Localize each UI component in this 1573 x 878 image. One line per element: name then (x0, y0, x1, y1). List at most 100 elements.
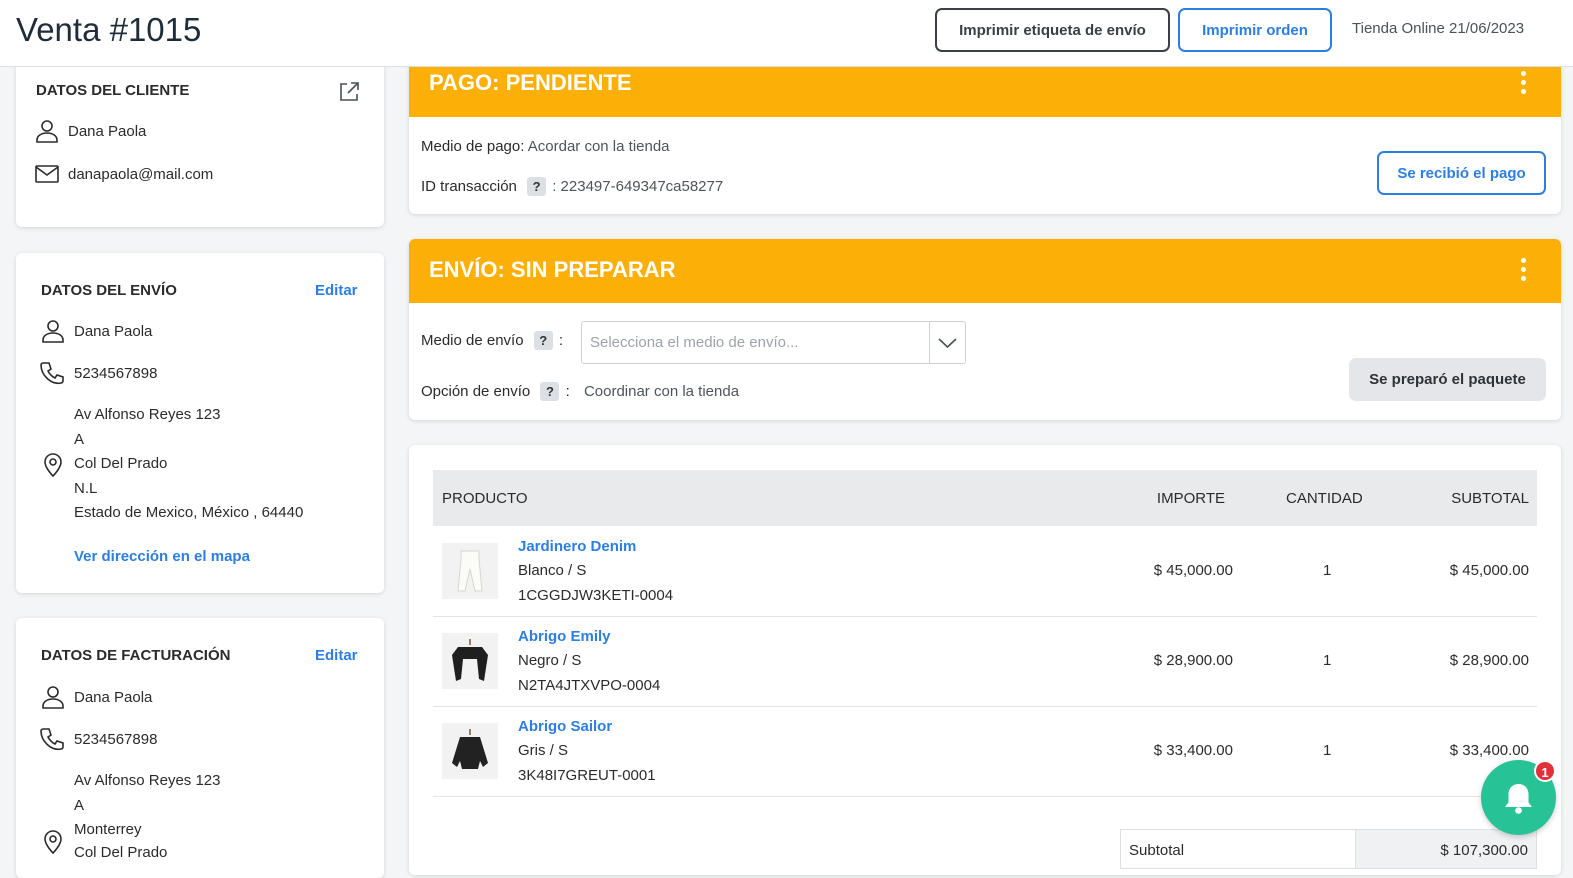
product-variant: Negro / S (518, 652, 582, 669)
shipping-phone: 5234567898 (74, 365, 158, 382)
transaction-label: ID transacción (421, 178, 517, 195)
product-thumbnail (442, 723, 498, 779)
products-card: PRODUCTO IMPORTE CANTIDAD SUBTOTAL Jardi… (409, 445, 1561, 875)
more-options-icon[interactable] (1521, 258, 1527, 284)
user-icon (34, 118, 60, 144)
header-amount: IMPORTE (1156, 490, 1225, 507)
payment-method-value: Acordar con la tienda (527, 138, 670, 155)
shipping-address-line: Av Alfonso Reyes 123 (74, 406, 221, 423)
customer-card-title: DATOS DEL CLIENTE (36, 82, 190, 99)
chevron-down-icon[interactable] (929, 322, 965, 363)
table-row: Abrigo Sailor Gris / S 3K48I7GREUT-0001 … (433, 706, 1537, 797)
phone-icon (40, 360, 66, 386)
print-order-button[interactable]: Imprimir orden (1178, 8, 1332, 52)
billing-data-title: DATOS DE FACTURACIÓN (41, 647, 231, 664)
payment-method: Medio de pago: Acordar con la tienda (421, 138, 670, 155)
payment-method-label: Medio de pago: (421, 138, 525, 155)
billing-address-line: A (74, 797, 85, 814)
shipping-address-line: N.L (74, 480, 98, 497)
header-quantity: CANTIDAD (1286, 490, 1363, 507)
product-amount: $ 28,900.00 (1153, 652, 1233, 669)
product-sku: 3K48I7GREUT-0001 (518, 767, 656, 784)
shipping-status-card: ENVÍO: SIN PREPARAR Medio de envío ? : S… (409, 239, 1561, 420)
package-prepared-button[interactable]: Se preparó el paquete (1349, 358, 1546, 401)
user-icon (40, 684, 66, 710)
shipping-option-label: Opción de envío (421, 383, 531, 400)
view-map-link[interactable]: Ver dirección en el mapa (74, 548, 250, 565)
billing-address-line: Col Del Prado (74, 844, 168, 861)
product-amount: $ 33,400.00 (1153, 742, 1233, 759)
help-icon[interactable]: ? (540, 382, 560, 401)
shipping-option: Opción de envío ? : Coordinar con la tie… (421, 382, 739, 401)
product-sku: 1CGGDJW3KETI-0004 (518, 587, 674, 604)
notification-count-badge: 1 (1534, 760, 1556, 782)
colon: : (558, 332, 564, 349)
customer-name: Dana Paola (68, 123, 147, 140)
location-pin-icon (40, 828, 66, 854)
billing-address-line: Av Alfonso Reyes 123 (74, 772, 221, 789)
print-shipping-label-button[interactable]: Imprimir etiqueta de envío (935, 8, 1170, 52)
customer-email: danapaola@mail.com (68, 166, 214, 183)
transaction-id: ID transacción ? : 223497-649347ca58277 (421, 177, 723, 196)
shipping-method-select[interactable]: Selecciona el medio de envío... (581, 321, 966, 364)
location-pin-icon (40, 451, 66, 477)
product-name-link[interactable]: Abrigo Sailor (518, 718, 612, 735)
colon: : (565, 383, 570, 400)
product-variant: Blanco / S (518, 562, 587, 579)
billing-data-card: DATOS DE FACTURACIÓN Editar Dana Paola 5… (16, 618, 384, 878)
shipping-data-card: DATOS DEL ENVÍO Editar Dana Paola 523456… (16, 253, 384, 593)
subtotal-value: $ 107,300.00 (1440, 842, 1528, 859)
user-icon (40, 318, 66, 344)
billing-address-line: Monterrey (74, 821, 142, 838)
phone-icon (40, 726, 66, 752)
product-quantity: 1 (1323, 562, 1332, 579)
shipping-method: Medio de envío ? : (421, 331, 563, 350)
help-icon[interactable]: ? (533, 331, 553, 350)
shipping-status-title: ENVÍO: SIN PREPARAR (429, 257, 676, 282)
product-quantity: 1 (1323, 742, 1332, 759)
top-bar: Venta #1015 Imprimir etiqueta de envío I… (0, 0, 1573, 67)
header-product: PRODUCTO (442, 490, 528, 507)
product-variant: Gris / S (518, 742, 569, 759)
header-subtotal: SUBTOTAL (1451, 490, 1529, 507)
products-table-header: PRODUCTO IMPORTE CANTIDAD SUBTOTAL (433, 470, 1537, 526)
billing-phone: 5234567898 (74, 731, 158, 748)
subtotal-label: Subtotal (1129, 842, 1185, 859)
payment-received-button[interactable]: Se recibió el pago (1377, 151, 1546, 195)
table-row: Jardinero Denim Blanco / S 1CGGDJW3KETI-… (433, 526, 1537, 617)
help-icon[interactable]: ? (527, 177, 547, 196)
product-amount: $ 45,000.00 (1153, 562, 1233, 579)
product-thumbnail (442, 543, 498, 599)
store-date: Tienda Online 21/06/2023 (1352, 20, 1525, 37)
edit-shipping-link[interactable]: Editar (315, 282, 358, 299)
table-row: Abrigo Emily Negro / S N2TA4JTXVPO-0004 … (433, 616, 1537, 707)
billing-name: Dana Paola (74, 689, 153, 706)
product-quantity: 1 (1323, 652, 1332, 669)
shipping-address-line: Estado de Mexico, México , 64440 (74, 504, 304, 521)
product-subtotal: $ 28,900.00 (1449, 652, 1529, 669)
shipping-method-label: Medio de envío (421, 332, 524, 349)
external-link-icon[interactable] (336, 79, 362, 105)
shipping-data-title: DATOS DEL ENVÍO (41, 282, 177, 299)
shipping-name: Dana Paola (74, 323, 153, 340)
shipping-option-value: Coordinar con la tienda (583, 383, 740, 400)
mail-icon (34, 161, 60, 187)
product-thumbnail (442, 633, 498, 689)
payment-card: PAGO: PENDIENTE Medio de pago: Acordar c… (409, 50, 1561, 214)
subtotal-value-cell: $ 107,300.00 (1355, 829, 1537, 869)
edit-billing-link[interactable]: Editar (315, 647, 358, 664)
product-name-link[interactable]: Jardinero Denim (518, 538, 636, 555)
more-options-icon[interactable] (1521, 71, 1527, 97)
shipping-address-line: Col Del Prado (74, 455, 168, 472)
subtotal-label-cell: Subtotal (1120, 829, 1356, 869)
product-name-link[interactable]: Abrigo Emily (518, 628, 611, 645)
page-title: Venta #1015 (16, 11, 202, 48)
shipping-status-banner: ENVÍO: SIN PREPARAR (409, 239, 1561, 303)
product-subtotal: $ 33,400.00 (1449, 742, 1529, 759)
select-placeholder: Selecciona el medio de envío... (590, 334, 799, 351)
shipping-address-line: A (74, 431, 85, 448)
product-sku: N2TA4JTXVPO-0004 (518, 677, 661, 694)
customer-card: DATOS DEL CLIENTE Dana Paola danapaola@m… (16, 54, 384, 227)
payment-status-title: PAGO: PENDIENTE (429, 70, 632, 95)
transaction-value: : 223497-649347ca58277 (552, 178, 724, 195)
